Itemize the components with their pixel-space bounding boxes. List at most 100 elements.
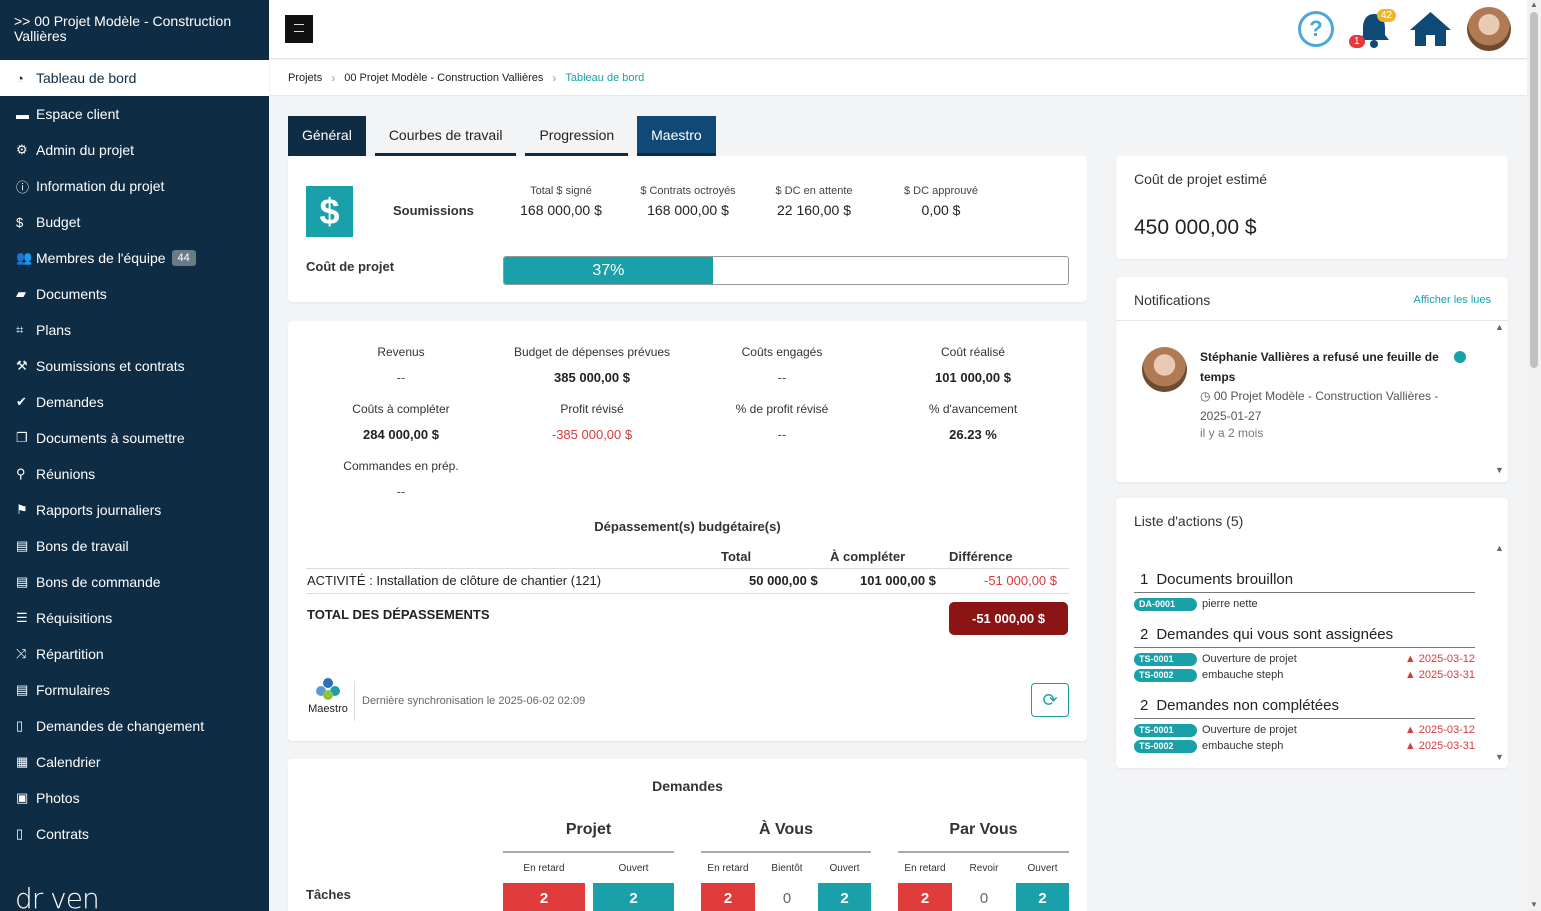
refresh-icon[interactable]: ⟳ <box>1031 683 1069 717</box>
divider <box>354 681 355 721</box>
action-section-header[interactable]: 2 Demandes qui vous sont assignées <box>1134 626 1475 648</box>
sidebar-item-bons-de-commande[interactable]: ▤ Bons de commande <box>0 564 269 600</box>
requests-count-cell[interactable]: 2 <box>818 883 871 911</box>
tab-progression[interactable]: Progression <box>525 116 629 156</box>
breadcrumb-projects[interactable]: Projets <box>288 72 322 84</box>
scroll-down-icon[interactable]: ▼ <box>1530 900 1538 909</box>
sidebar-item-bons-de-travail[interactable]: ▤ Bons de travail <box>0 528 269 564</box>
sidebar-item-rapports-journaliers[interactable]: ⚑ Rapports journaliers <box>0 492 269 528</box>
breadcrumb-project[interactable]: 00 Projet Modèle - Construction Vallière… <box>344 72 543 84</box>
requests-count-cell[interactable]: 0 <box>957 883 1011 911</box>
action-item[interactable]: TS-0001 Ouverture de projet ▲ 2025-03-12 <box>1134 653 1475 667</box>
user-avatar[interactable] <box>1467 7 1511 51</box>
divider <box>898 851 1069 853</box>
sidebar-item-tableau-de-bord[interactable]: ◔ Tableau de bord <box>0 60 269 96</box>
notification-count-badge[interactable]: 42 <box>1377 9 1397 22</box>
requests-count-cell[interactable]: 2 <box>898 883 952 911</box>
sidebar-item-photos[interactable]: ▣ Photos <box>0 780 269 816</box>
sidebar-item-repartition[interactable]: ⤨ Répartition <box>0 636 269 672</box>
sidebar-item-documents[interactable]: ▰ Documents <box>0 276 269 312</box>
action-section-header[interactable]: 2 Demandes non complétées <box>1134 697 1475 719</box>
stat-value: 26.23 % <box>949 427 997 442</box>
financials-card: Revenus -- Budget de dépenses prévues 385 0… <box>288 321 1087 741</box>
action-item-due-date: ▲ 2025-03-31 <box>1405 740 1475 752</box>
sidebar-item-budget[interactable]: $ Budget <box>0 204 269 240</box>
sidebar: >> 00 Projet Modèle - Construction Valli… <box>0 0 269 911</box>
sidebar-item-admin-du-projet[interactable]: ⚙ Admin du projet <box>0 132 269 168</box>
stat-label: Coûts engagés <box>741 345 823 359</box>
action-item[interactable]: DA-0001 pierre nette <box>1134 598 1475 612</box>
sidebar-item-information-du-projet[interactable]: ⓘ Information du projet <box>0 168 269 204</box>
action-item-date-text: 2025-03-31 <box>1418 669 1475 681</box>
tab-maestro[interactable]: Maestro <box>637 116 716 156</box>
action-item[interactable]: TS-0002 embauche steph ▲ 2025-03-31 <box>1134 740 1475 754</box>
scrollbar-thumb[interactable] <box>1530 12 1538 368</box>
divider <box>306 568 1069 569</box>
sidebar-item-label: Formulaires <box>36 682 110 698</box>
requests-column-label: En retard <box>707 863 749 874</box>
notifications-card: Notifications Afficher les lues Stéphani… <box>1116 277 1508 482</box>
sidebar-item-soumissions-et-contrats[interactable]: ⚒ Soumissions et contrats <box>0 348 269 384</box>
stat-committed-costs: Coûts engagés -- <box>687 345 877 385</box>
sidebar-item-reunions[interactable]: ⚲ Réunions <box>0 456 269 492</box>
action-section-count: 1 <box>1140 571 1149 588</box>
requests-count-cell[interactable]: 2 <box>503 883 585 911</box>
scroll-up-icon[interactable]: ▲ <box>1495 543 1504 553</box>
alert-count-badge[interactable]: 1 <box>1349 35 1365 48</box>
sidebar-item-calendrier[interactable]: ▦ Calendrier <box>0 744 269 780</box>
requests-count-cell[interactable]: 0 <box>760 883 814 911</box>
action-item-code: TS-0001 <box>1134 653 1197 666</box>
page-scrollbar[interactable]: ▲ ▼ <box>1527 0 1541 911</box>
help-icon[interactable]: ? <box>1298 11 1334 47</box>
notification-title[interactable]: Stéphanie Vallières a refusé une feuille… <box>1200 347 1440 387</box>
sidebar-item-contrats[interactable]: ▯ Contrats <box>0 816 269 852</box>
notification-time: il y a 2 mois <box>1200 426 1264 440</box>
action-item-code: TS-0001 <box>1134 724 1197 737</box>
requests-title: Demandes <box>652 778 723 794</box>
scroll-down-icon[interactable]: ▼ <box>1495 752 1504 762</box>
tab-general[interactable]: Général <box>288 116 366 156</box>
action-item-code: TS-0002 <box>1134 669 1197 682</box>
requests-count-cell[interactable]: 2 <box>1016 883 1069 911</box>
show-read-link[interactable]: Afficher les lues <box>1414 294 1491 306</box>
sidebar-item-demandes[interactable]: ✔ Demandes <box>0 384 269 420</box>
dashboard-icon: ◔ <box>16 70 24 86</box>
scroll-down-icon[interactable]: ▼ <box>1495 465 1504 475</box>
overrun-header-difference: Différence <box>949 549 1013 564</box>
action-section-header[interactable]: 1 Documents brouillon <box>1134 571 1475 593</box>
sidebar-item-demandes-de-changement[interactable]: ▯ Demandes de changement <box>0 708 269 744</box>
sidebar-item-requisitions[interactable]: ☰ Réquisitions <box>0 600 269 636</box>
company-logo[interactable] <box>285 15 313 43</box>
overrun-difference: -51 000,00 $ <box>984 573 1058 588</box>
sidebar-item-formulaires[interactable]: ▤ Formulaires <box>0 672 269 708</box>
chevron-right-icon: › <box>331 70 336 85</box>
requests-count-cell[interactable]: 2 <box>593 883 674 911</box>
tab-work-curves[interactable]: Courbes de travail <box>374 116 517 156</box>
metric-value: 22 160,00 $ <box>777 202 851 218</box>
sidebar-item-espace-client[interactable]: ▬ Espace client <box>0 96 269 132</box>
metric-label: $ Contrats octroyés <box>640 185 736 197</box>
scroll-up-icon[interactable]: ▲ <box>1495 322 1504 332</box>
sidebar-item-membres-de-l-equipe[interactable]: 👥 Membres de l'équipe 44 <box>0 240 269 276</box>
action-item-code: DA-0001 <box>1134 598 1197 611</box>
sidebar-item-documents-a-soumettre[interactable]: ❐ Documents à soumettre <box>0 420 269 456</box>
project-title[interactable]: >> 00 Projet Modèle - Construction Valli… <box>14 14 259 44</box>
breadcrumb: Projets › 00 Projet Modèle - Constructio… <box>270 60 1527 96</box>
sidebar-item-label: Répartition <box>36 646 104 662</box>
sidebar-item-plans[interactable]: ⌗ Plans <box>0 312 269 348</box>
home-icon[interactable] <box>1408 10 1453 48</box>
sync-status-text: Dernière synchronisation le 2025-06-02 0… <box>362 695 586 707</box>
requests-count-cell[interactable]: 2 <box>701 883 755 911</box>
sidebar-item-label: Photos <box>36 790 80 806</box>
action-item[interactable]: TS-0001 Ouverture de projet ▲ 2025-03-12 <box>1134 724 1475 738</box>
action-item[interactable]: TS-0002 embauche steph ▲ 2025-03-31 <box>1134 669 1475 683</box>
unread-dot-icon[interactable] <box>1454 351 1466 363</box>
divider <box>503 851 674 853</box>
notification-avatar <box>1142 347 1187 392</box>
sidebar-item-label: Rapports journaliers <box>36 502 162 518</box>
scroll-up-icon[interactable]: ▲ <box>1530 0 1538 9</box>
action-section-title: Documents brouillon <box>1156 571 1294 588</box>
action-item-date-text: 2025-03-12 <box>1418 653 1475 665</box>
stat-label: % de profit révisé <box>735 402 829 416</box>
stat-progress-pct: % d'avancement 26.23 % <box>878 402 1068 442</box>
